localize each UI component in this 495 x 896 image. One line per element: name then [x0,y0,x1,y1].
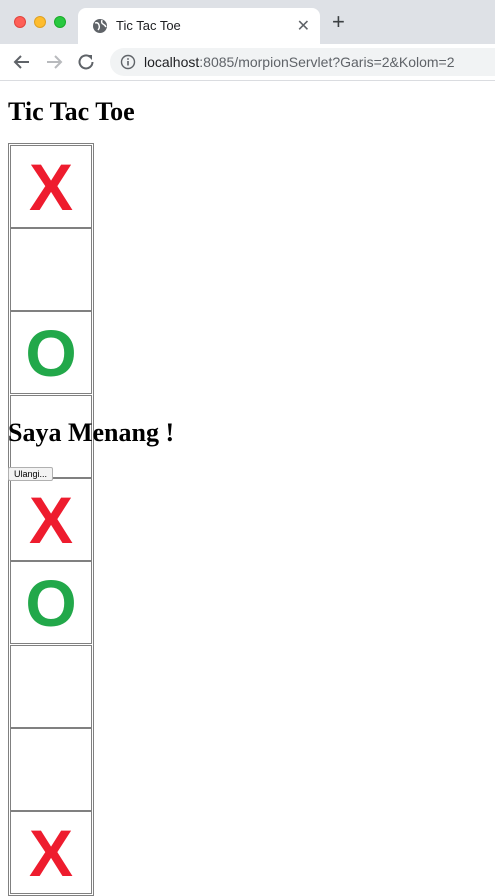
x-mark: X [28,149,74,224]
globe-icon [93,19,107,33]
tab-strip: Tic Tac Toe ✕ + [0,0,495,44]
board-cell[interactable] [10,728,92,811]
x-mark: X [28,482,74,557]
url-host: localhost [144,54,200,70]
game-board: XOXOX [8,143,94,896]
board-cell[interactable]: O [10,561,92,644]
board-cell[interactable]: X [10,145,92,228]
reload-icon[interactable] [74,50,98,74]
window-close-button[interactable] [14,16,26,28]
info-icon[interactable] [120,54,136,70]
window-maximize-button[interactable] [54,16,66,28]
back-arrow-icon[interactable] [10,50,34,74]
x-mark: X [28,815,74,890]
window-minimize-button[interactable] [34,16,46,28]
board-row: XO [10,145,92,394]
board-body: XOXOX [10,145,92,894]
board-cell[interactable] [10,645,92,728]
board-cell[interactable] [10,228,92,311]
url-text: localhost:8085/morpionServlet?Garis=2&Ko… [144,54,455,70]
browser-tab[interactable]: Tic Tac Toe ✕ [78,8,320,44]
reset-button[interactable]: Ulangi... [8,467,54,481]
tab-close-icon[interactable]: ✕ [297,16,310,36]
board-cell[interactable]: X [10,478,92,561]
board-cell[interactable]: X [10,811,92,894]
tab-title: Tic Tac Toe [116,18,181,33]
o-mark: O [25,565,77,640]
result-message: Saya Menang ! [8,418,175,447]
browser-toolbar: localhost:8085/morpionServlet?Garis=2&Ko… [0,44,495,81]
url-path: :8085/morpionServlet?Garis=2&Kolom=2 [199,54,455,70]
forward-arrow-icon[interactable] [42,50,66,74]
board-row: X [10,645,92,894]
page-title: Tic Tac Toe [8,97,135,126]
o-mark: O [25,315,77,390]
new-tab-button[interactable]: + [332,11,345,33]
address-bar[interactable]: localhost:8085/morpionServlet?Garis=2&Ko… [110,48,495,76]
board-cell[interactable]: O [10,311,92,394]
